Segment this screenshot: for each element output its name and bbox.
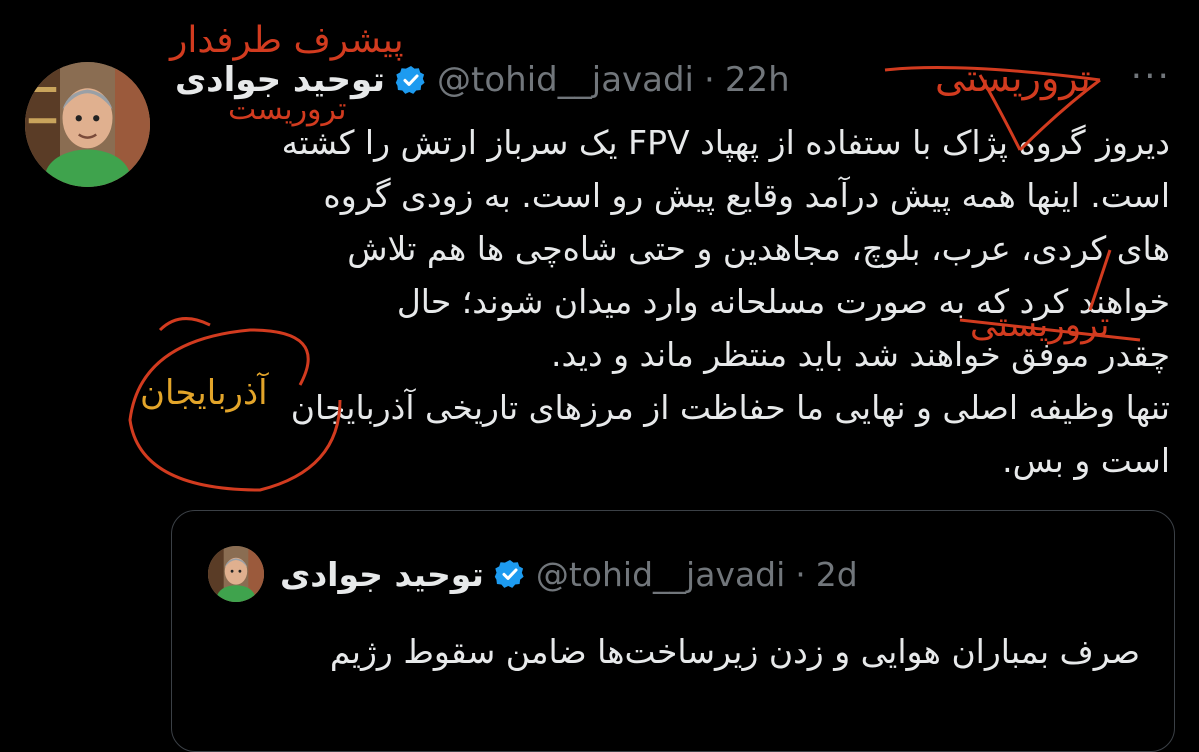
annotation-stroke (158, 317, 211, 332)
tweet-timestamp[interactable]: 22h (725, 60, 790, 100)
quoted-user-handle[interactable]: @tohid__javadi (536, 555, 785, 594)
annotation-label: تروریستی (935, 56, 1091, 100)
annotation-label: تروریست (228, 92, 347, 127)
quoted-avatar-image (208, 546, 264, 602)
annotation-label: آذربایجان (140, 373, 268, 413)
tweet-text-line: های کردی، عرب، بلوچ، مجاهدین و حتی شاه‌چ… (347, 229, 1170, 268)
quoted-display-name[interactable]: توحید جوادی (280, 555, 484, 594)
separator-dot: · (795, 554, 806, 594)
tweet-text-line: تنها وظیفه اصلی و نهایی ما حفاظت از مرزه… (290, 388, 1170, 427)
avatar-image (25, 62, 150, 187)
tweet-text-line: است و بس. (1002, 441, 1170, 480)
tweet-text: دیروز گروه پژاک با ستفاده از پهپاد FPV ی… (210, 116, 1170, 487)
tweet-text-line: است. اینها همه پیش درآمد وقایع پیش رو اس… (323, 176, 1170, 215)
tweet-text-line: دیروز گروه پژاک با ستفاده از پهپاد FPV ی… (281, 123, 1170, 162)
verified-badge-icon (494, 558, 526, 590)
user-handle[interactable]: @tohid__javadi (437, 60, 694, 100)
quoted-text-line: صرف بمباران هوایی و زدن زیرساخت‌ها ضامن … (329, 632, 1140, 671)
avatar[interactable] (25, 62, 150, 187)
annotation-label: پیشرف طرفدار (170, 20, 404, 61)
annotation-label: تروریستی (970, 305, 1110, 345)
quoted-tweet-text: صرف بمباران هوایی و زدن زیرساخت‌ها ضامن … (210, 625, 1140, 678)
more-horizontal-icon[interactable]: ··· (1131, 59, 1171, 95)
quoted-tweet-header: توحید جوادی @tohid__javadi · 2d (280, 549, 858, 599)
separator-dot: · (704, 60, 715, 100)
quoted-timestamp[interactable]: 2d (816, 555, 858, 594)
verified-badge-icon (395, 64, 427, 96)
quoted-avatar[interactable] (208, 546, 264, 602)
